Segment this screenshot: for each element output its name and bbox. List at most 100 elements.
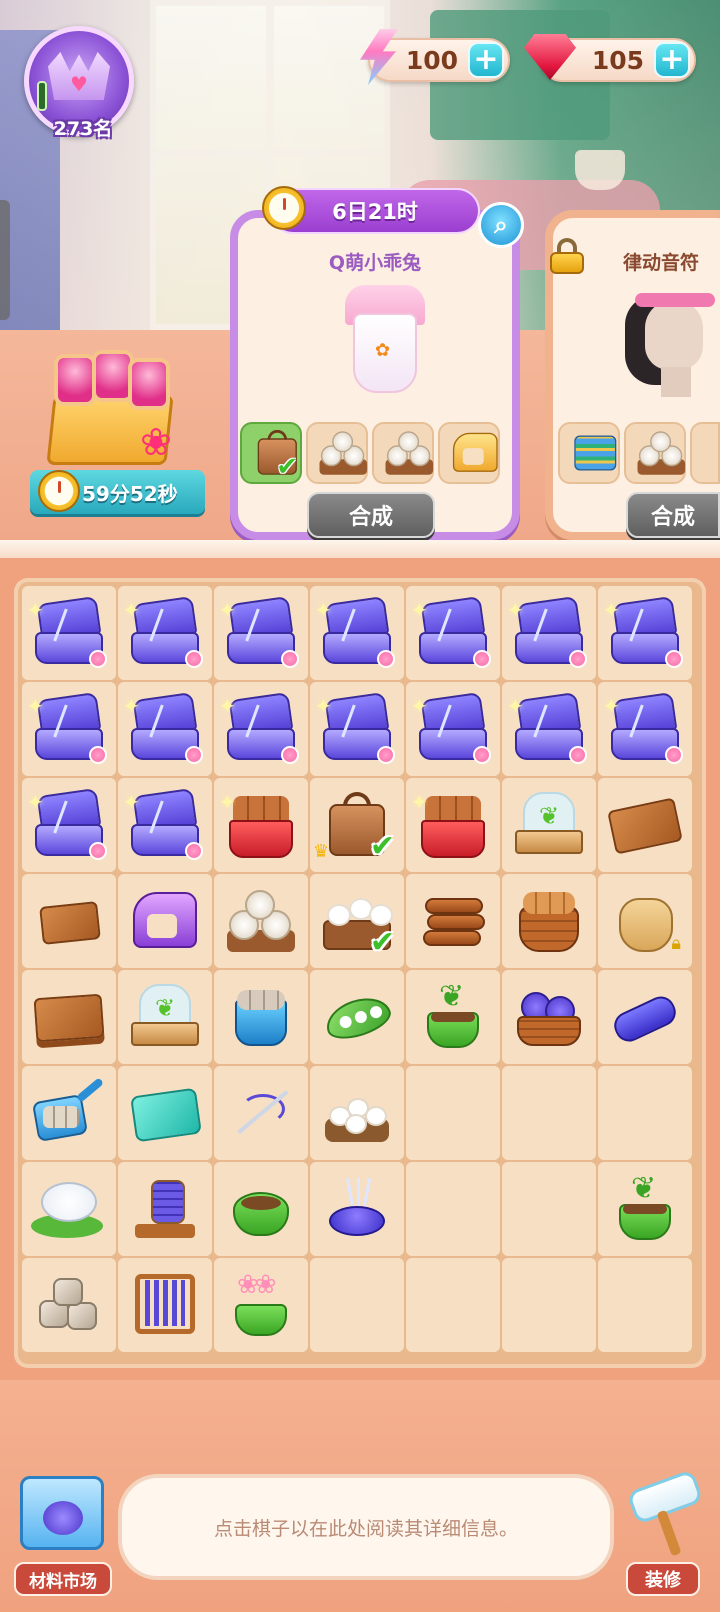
board-cell-empty[interactable] (406, 1162, 500, 1256)
board-cell[interactable]: ✦ (502, 586, 596, 680)
stone-scoop-icon[interactable] (31, 1077, 107, 1148)
board-cell[interactable]: ✔ (310, 874, 404, 968)
board-cell-empty[interactable] (406, 1258, 500, 1352)
cotton-pod-icon[interactable] (319, 982, 395, 1052)
seedling-box-icon[interactable]: ❦ (511, 790, 587, 860)
thread-spindle-icon[interactable] (127, 1174, 203, 1244)
sewing-box-icon[interactable]: ✦ (603, 692, 683, 764)
board-cell[interactable]: ✦ (214, 586, 308, 680)
board-cell[interactable] (22, 1162, 116, 1256)
board-cell-empty[interactable] (310, 1258, 404, 1352)
board-cell[interactable] (214, 1066, 308, 1160)
board-cell-empty[interactable] (502, 1066, 596, 1160)
board-cell-empty[interactable] (598, 1258, 692, 1352)
board-cell[interactable]: ✦ (118, 778, 212, 872)
leather-sheet-icon[interactable] (607, 790, 683, 860)
flower-pot-icon[interactable]: ❀❀ (223, 1270, 299, 1340)
cotton-box-icon[interactable]: ✔ (319, 886, 395, 960)
board-cell[interactable] (310, 1066, 404, 1160)
silk-cocoon-icon[interactable] (31, 1174, 107, 1244)
sewing-box-icon[interactable]: ✦ (27, 788, 107, 860)
requirement-slot-leather-bag[interactable]: ✔ (240, 422, 302, 484)
board-cell[interactable]: ✦ (502, 682, 596, 776)
stone-pile-icon[interactable] (31, 1270, 107, 1340)
teal-fabric-icon[interactable] (127, 1078, 203, 1148)
needle-thread-icon[interactable] (223, 1078, 299, 1148)
sewing-box-icon[interactable]: ✦ (411, 596, 491, 668)
sewing-box-icon[interactable]: ✦ (411, 692, 491, 764)
sewing-machine-icon[interactable] (127, 886, 203, 956)
board-cell[interactable]: ✦ (22, 586, 116, 680)
board-cell[interactable]: 🔒︎ (598, 874, 692, 968)
leather-stack-icon[interactable] (31, 982, 107, 1052)
sewing-box-icon[interactable]: ✦ (123, 692, 203, 764)
board-cell[interactable]: ❀❀ (214, 1258, 308, 1352)
sewing-box-icon[interactable]: ✦ (27, 692, 107, 764)
material-market-button[interactable] (12, 1476, 112, 1556)
board-cell[interactable] (118, 874, 212, 968)
wood-basket-red-icon[interactable]: ✦ (411, 790, 491, 860)
requirement-slot-towel-tray[interactable] (690, 422, 720, 484)
board-cell[interactable]: ✦ (310, 586, 404, 680)
cotton-pile-icon[interactable] (319, 1078, 395, 1148)
sewing-box-icon[interactable]: ✦ (219, 596, 299, 668)
board-cell[interactable]: ❦ (598, 1162, 692, 1256)
soil-pot-icon[interactable] (223, 1174, 299, 1244)
board-cell[interactable] (598, 778, 692, 872)
side-drawer-handle[interactable] (0, 200, 10, 320)
sewing-box-icon[interactable]: ✦ (603, 596, 683, 668)
board-cell[interactable] (214, 1162, 308, 1256)
board-cell-empty[interactable] (502, 1162, 596, 1256)
leather-scrap-icon[interactable] (31, 886, 107, 956)
sprout-pot-icon[interactable]: ❦ (415, 982, 491, 1052)
requirement-slot-towel-tray[interactable] (624, 422, 686, 484)
board-cell[interactable] (214, 970, 308, 1064)
sewing-box-icon[interactable]: ✦ (27, 596, 107, 668)
pincushion-icon[interactable] (319, 1174, 395, 1244)
board-cell-empty[interactable] (598, 1066, 692, 1160)
add-energy-button[interactable]: + (468, 42, 504, 78)
board-cell[interactable]: ✦ (214, 778, 308, 872)
requirement-slot-fabric-box[interactable] (558, 422, 620, 484)
board-cell[interactable]: ✦ (118, 682, 212, 776)
board-cell[interactable]: ❦ (118, 970, 212, 1064)
seedling-box-icon[interactable]: ❦ (127, 982, 203, 1052)
sewing-box-icon[interactable]: ✦ (507, 692, 587, 764)
leather-bag-icon[interactable]: ♛ ✔ (313, 790, 395, 864)
board-cell[interactable]: ✦ (406, 682, 500, 776)
requirement-slot-towel-tray[interactable] (306, 422, 368, 484)
thread-roll-icon[interactable] (607, 982, 683, 1052)
board-cell[interactable] (406, 874, 500, 968)
sewing-box-icon[interactable]: ✦ (219, 692, 299, 764)
board-cell[interactable] (22, 874, 116, 968)
decorate-button[interactable] (620, 1469, 710, 1560)
towel-tray-icon[interactable] (223, 886, 299, 956)
board-cell[interactable] (22, 1066, 116, 1160)
wood-basket-icon[interactable] (511, 886, 587, 956)
board-cell-empty[interactable] (502, 1258, 596, 1352)
compose-button[interactable]: 合成 (307, 492, 435, 538)
board-cell[interactable]: ❦ (502, 778, 596, 872)
wood-stack-icon[interactable] (415, 886, 491, 956)
board-cell[interactable] (118, 1066, 212, 1160)
sewing-box-icon[interactable]: ✦ (123, 596, 203, 668)
board-cell[interactable]: ✦ (214, 682, 308, 776)
sewing-box-icon[interactable]: ✦ (123, 788, 203, 860)
add-gems-button[interactable]: + (654, 42, 690, 78)
board-cell[interactable]: ✦ (22, 682, 116, 776)
board-cell[interactable]: ❦ (406, 970, 500, 1064)
board-cell[interactable] (118, 1258, 212, 1352)
stone-bucket-icon[interactable] (223, 982, 299, 1052)
board-cell[interactable] (310, 970, 404, 1064)
board-cell[interactable]: ✦ (406, 586, 500, 680)
yarn-basket-icon[interactable] (511, 982, 587, 1052)
wood-basket-red-icon[interactable]: ✦ (219, 790, 299, 860)
sewing-box-icon[interactable]: ✦ (315, 596, 395, 668)
board-cell[interactable]: ✦ (310, 682, 404, 776)
board-cell[interactable] (118, 1162, 212, 1256)
sewing-box-icon[interactable]: ✦ (315, 692, 395, 764)
compose-button[interactable]: 合成 (626, 492, 720, 538)
board-cell[interactable]: ✦ (598, 586, 692, 680)
board-cell[interactable] (22, 970, 116, 1064)
decorate-label[interactable]: 装修 (626, 1562, 700, 1596)
